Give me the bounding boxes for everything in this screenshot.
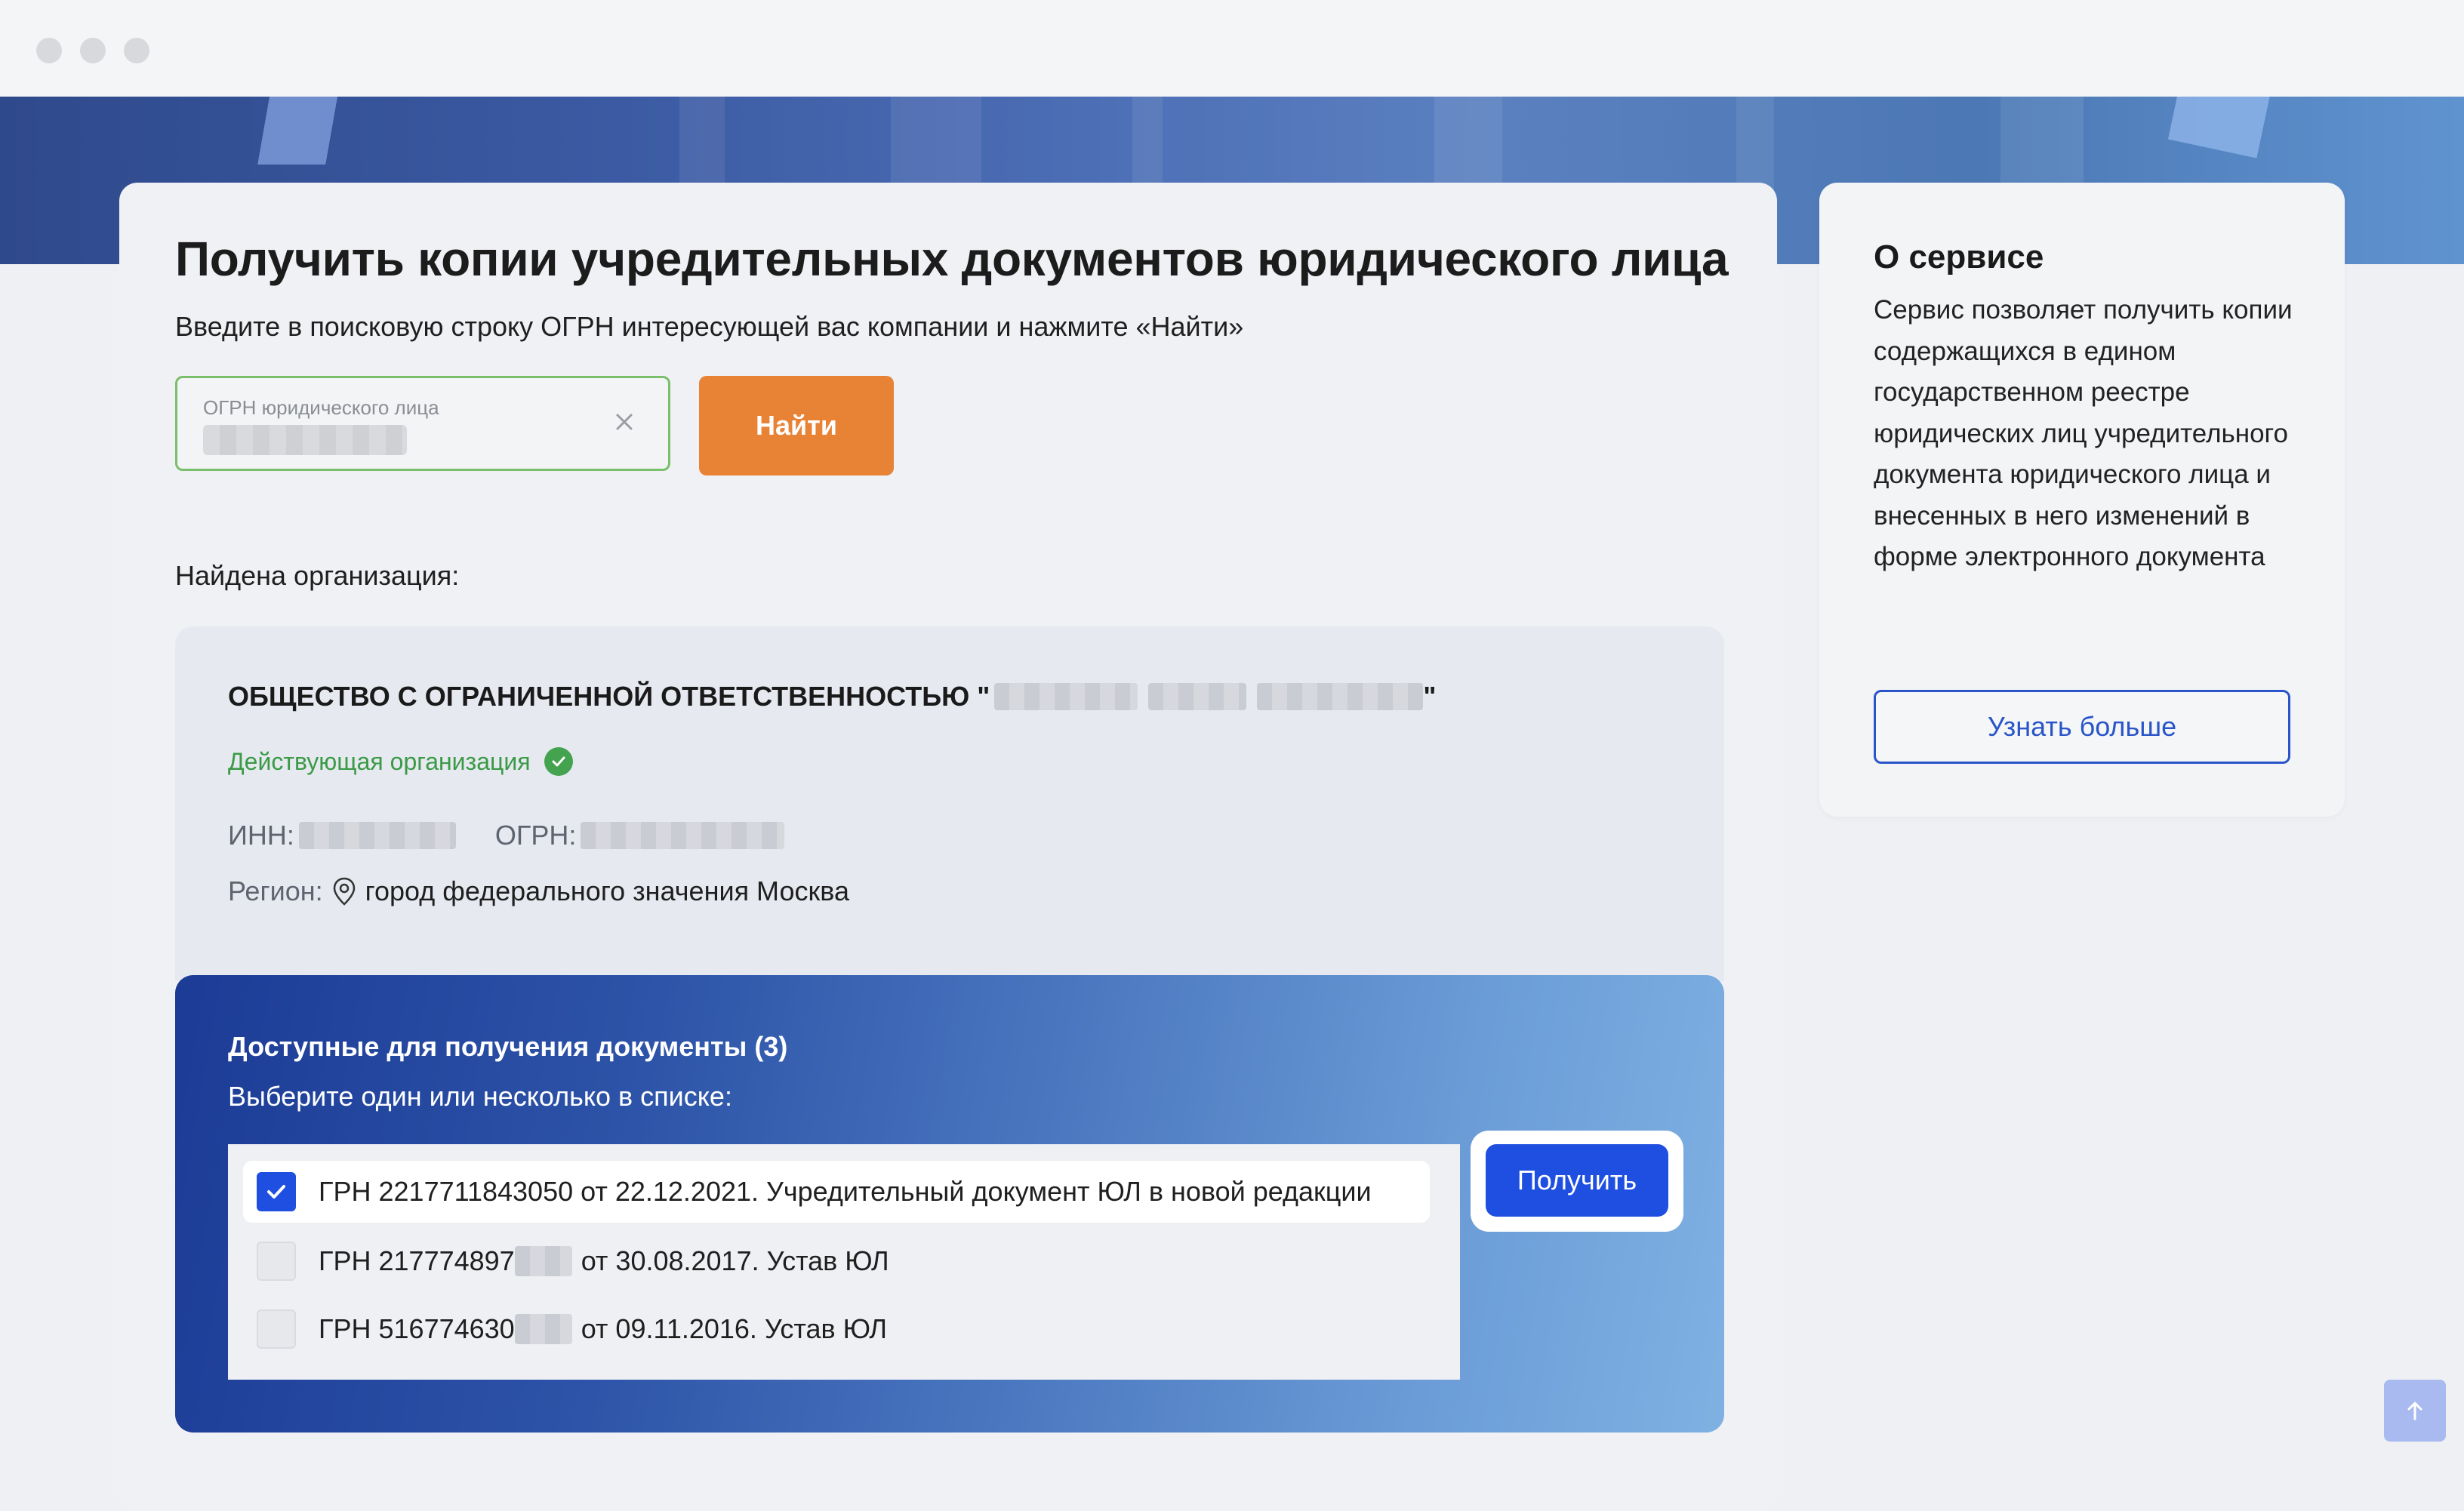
- document-item[interactable]: ГРН 217774897 от 30.08.2017. Устав ЮЛ: [243, 1230, 889, 1292]
- inn-value-redacted: [298, 822, 456, 849]
- redacted-text: [514, 1314, 572, 1344]
- status-text: Действующая организация: [228, 747, 531, 775]
- document-item-date: от 09.11.2016. Устав ЮЛ: [581, 1313, 888, 1344]
- window-minimize-dot[interactable]: [80, 38, 106, 63]
- page-title: Получить копии учредительных документов …: [175, 232, 1729, 286]
- window-close-dot[interactable]: [36, 38, 62, 63]
- organization-status: Действующая организация: [228, 747, 573, 776]
- about-title: О сервисе: [1874, 238, 2044, 275]
- inn-label: ИНН:: [228, 820, 294, 851]
- redacted-text: [1148, 683, 1247, 710]
- checkbox[interactable]: [257, 1242, 296, 1281]
- page-subtitle: Введите в поисковую строку ОГРН интересу…: [175, 311, 1244, 342]
- region-value: город федерального значения Москва: [365, 876, 849, 906]
- document-item-number: ГРН 217774897: [319, 1245, 515, 1276]
- window-zoom-dot[interactable]: [124, 38, 149, 63]
- org-name-suffix: ": [1423, 681, 1437, 712]
- redacted-text: [1257, 683, 1424, 710]
- location-pin-icon: [333, 877, 355, 906]
- search-field-value-redacted[interactable]: [203, 425, 407, 455]
- find-button[interactable]: Найти: [699, 376, 894, 475]
- inn-ogrn-row: ИНН: ОГРН:: [228, 820, 785, 851]
- checkbox-checked-icon[interactable]: [257, 1172, 296, 1211]
- window-titlebar: [0, 0, 2464, 97]
- documents-title: Доступные для получения документы (3): [228, 1031, 788, 1062]
- documents-subtitle: Выберите один или несколько в списке:: [228, 1081, 732, 1112]
- banner-decor-shape: [257, 97, 339, 165]
- ogrn-search-field[interactable]: ОГРН юридического лица: [175, 376, 670, 471]
- org-name-prefix: ОБЩЕСТВО С ОГРАНИЧЕННОЙ ОТВЕТСТВЕННОСТЬЮ…: [228, 681, 990, 712]
- redacted-text: [514, 1246, 572, 1276]
- ogrn-label: ОГРН:: [494, 820, 577, 851]
- about-text: Сервис позволяет получить копии содержащ…: [1874, 295, 2293, 571]
- document-item-text: ГРН 2217711843050 от 22.12.2021. Учредит…: [319, 1176, 1372, 1207]
- document-item-date: от 30.08.2017. Устав ЮЛ: [581, 1245, 889, 1276]
- found-organization-label: Найдена организация:: [175, 560, 460, 591]
- organization-name: ОБЩЕСТВО С ОГРАНИЧЕННОЙ ОТВЕТСТВЕННОСТЬЮ…: [228, 681, 1436, 712]
- document-item[interactable]: ГРН 2217711843050 от 22.12.2021. Учредит…: [243, 1161, 1430, 1223]
- search-field-label: ОГРН юридического лица: [203, 396, 439, 419]
- region-label: Регион:: [228, 876, 323, 906]
- region-row: Регион: город федерального значения Моск…: [228, 876, 849, 907]
- ogrn-value-redacted: [581, 822, 785, 849]
- learn-more-button[interactable]: Узнать больше: [1874, 690, 2290, 764]
- organization-card: [175, 626, 1724, 981]
- check-circle-icon: [544, 747, 573, 776]
- document-item-number: ГРН 516774630: [319, 1313, 515, 1344]
- banner-decor-shape: [2167, 97, 2272, 158]
- arrow-up-icon: [2407, 1402, 2422, 1420]
- clear-icon[interactable]: [609, 407, 639, 437]
- get-documents-button[interactable]: Получить: [1486, 1144, 1668, 1217]
- scroll-to-top-button[interactable]: [2384, 1380, 2446, 1442]
- document-item[interactable]: ГРН 516774630 от 09.11.2016. Устав ЮЛ: [243, 1298, 887, 1360]
- checkbox[interactable]: [257, 1309, 296, 1349]
- redacted-text: [994, 683, 1138, 710]
